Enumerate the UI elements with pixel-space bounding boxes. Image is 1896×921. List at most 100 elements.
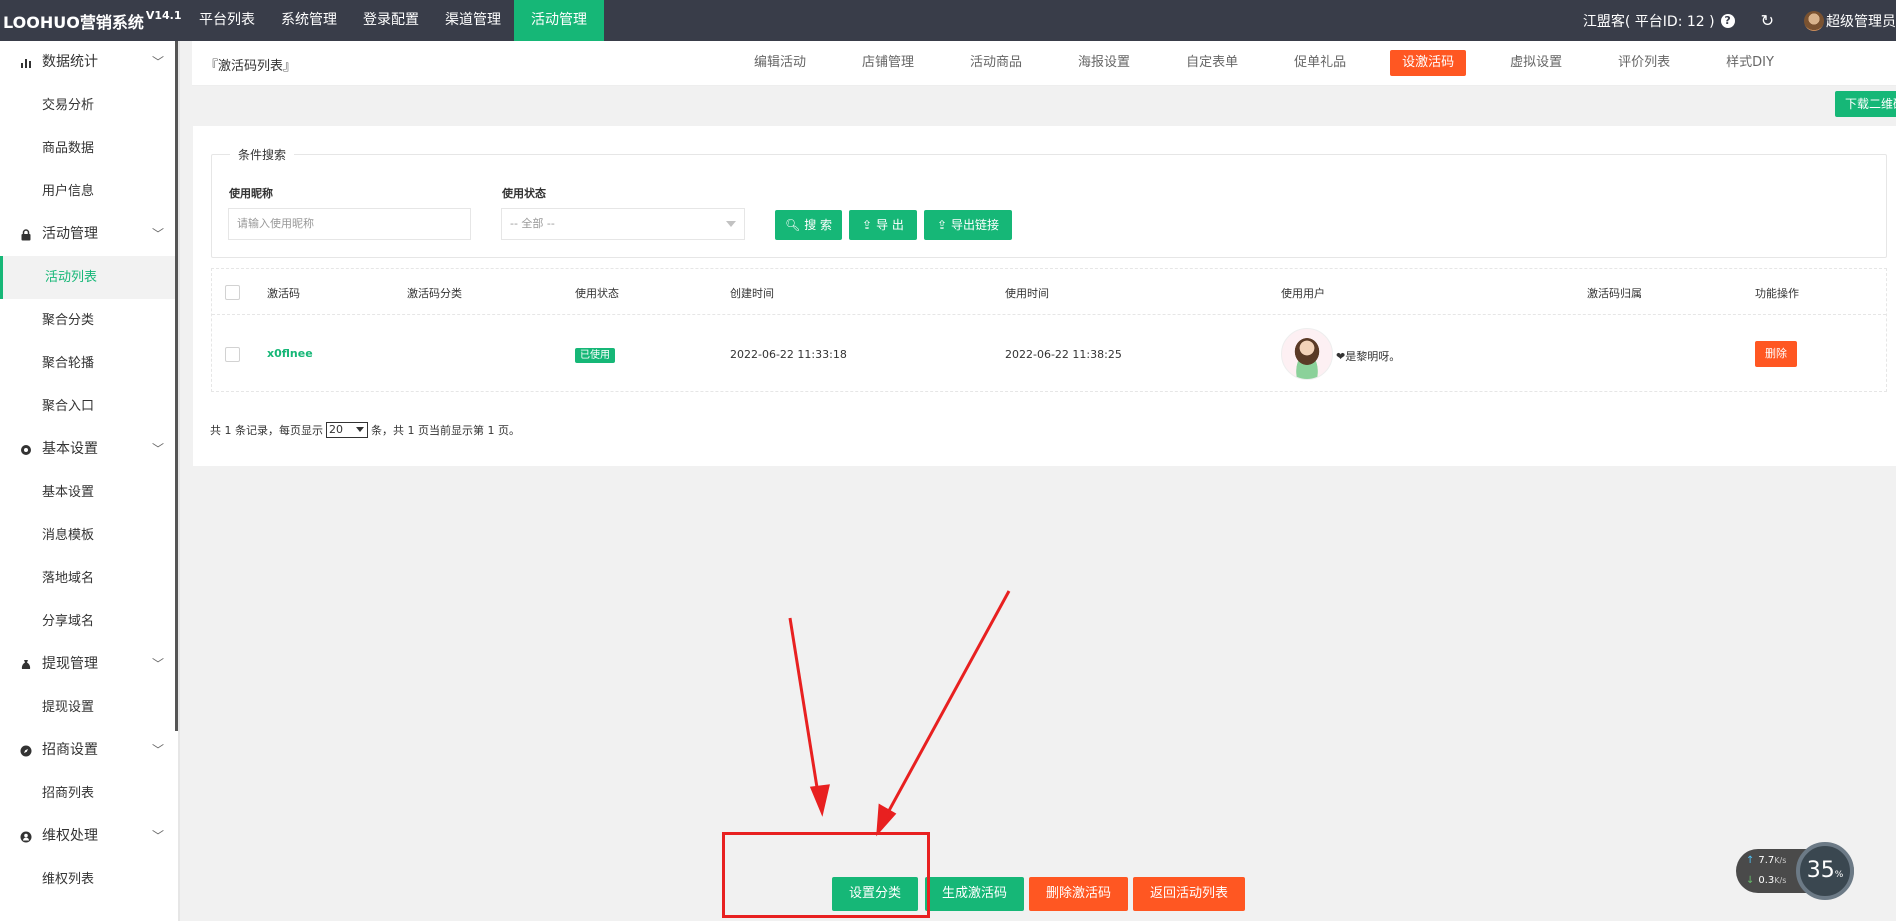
sidebar-item-rights-list[interactable]: 维权列表: [0, 858, 178, 901]
main-panel: 条件搜索 使用昵称 请输入使用昵称 使用状态 -- 全部 -- 🔍︎ 搜 索 ⇪ 导…: [193, 126, 1896, 466]
col-used: 使用时间: [1005, 287, 1049, 300]
tab-activation-code[interactable]: 设激活码: [1390, 50, 1467, 76]
status-label: 使用状态: [502, 187, 546, 200]
download-qrcode-button[interactable]: 下载二维码: [1835, 91, 1896, 117]
sidebar-item-message-template[interactable]: 消息模板: [0, 514, 178, 557]
settings-icon: [21, 444, 31, 455]
sidebar-item-aggregate-entry[interactable]: 聚合入口: [0, 385, 178, 428]
sidebar-group-label: 活动管理: [42, 226, 98, 242]
top-right: 江盟客( 平台ID: 12 ) ? ↻ 超级管理员: [1583, 0, 1896, 41]
tab-custom-form[interactable]: 自定表单: [1174, 50, 1250, 76]
tab-virtual-settings[interactable]: 虚拟设置: [1498, 50, 1574, 76]
platform-label: 江盟客( 平台ID: 12 ): [1582, 13, 1715, 30]
sidebar-group-label: 提现管理: [42, 656, 98, 672]
sidebar-item-activity-list[interactable]: 活动列表: [0, 256, 178, 299]
nav-platform-list[interactable]: 平台列表: [186, 0, 268, 41]
export-link-button[interactable]: ⇪ 导出链接: [924, 210, 1012, 240]
arrow-up-icon: ↑: [1746, 855, 1755, 866]
sidebar-item-basic-settings[interactable]: 基本设置: [0, 471, 178, 514]
tab-promo-gift[interactable]: 促单礼品: [1282, 50, 1358, 76]
sidebar-item-goods-data[interactable]: 商品数据: [0, 127, 178, 170]
generate-code-button[interactable]: 生成激活码: [925, 877, 1025, 911]
cpu-unit: %: [1834, 870, 1844, 880]
upload-speed: ↑ 7.7K/s: [1746, 855, 1786, 866]
nav-system-manage[interactable]: 系统管理: [268, 0, 350, 41]
annotation-arrow-right: [883, 590, 1011, 819]
cpu-usage-badge[interactable]: 35%: [1796, 842, 1854, 900]
chevron-down-icon: ﹀: [151, 657, 164, 671]
compass-icon: [20, 745, 32, 756]
status-select[interactable]: -- 全部 --: [501, 208, 745, 240]
sidebar-group-merchant[interactable]: 招商设置 ﹀: [0, 729, 178, 772]
pager-prefix: 共 1 条记录，每页显示: [210, 424, 323, 437]
refresh-icon[interactable]: ↻: [1761, 11, 1774, 30]
chevron-down-icon: ﹀: [151, 227, 164, 241]
back-to-list-button[interactable]: 返回活动列表: [1133, 877, 1246, 911]
export-button-label: 导 出: [876, 218, 904, 232]
row-checkbox[interactable]: [225, 347, 240, 362]
brand-logo: LOOHUO营销系统 V14.1: [3, 9, 181, 33]
nav-channel-manage[interactable]: 渠道管理: [432, 0, 514, 41]
sidebar-item-share-domain[interactable]: 分享域名: [0, 600, 178, 643]
help-icon[interactable]: ?: [1720, 13, 1735, 28]
sidebar-group-stats[interactable]: 数据统计 ﹀: [0, 41, 178, 84]
search-fieldset: 条件搜索 使用昵称 请输入使用昵称 使用状态 -- 全部 -- 🔍︎ 搜 索 ⇪ 导…: [211, 146, 1887, 258]
export-icon: ⇪: [936, 218, 948, 232]
arrow-down-icon: ↓: [1746, 875, 1755, 886]
col-owner: 激活码归属: [1587, 287, 1642, 300]
sidebar-item-landing-domain[interactable]: 落地域名: [0, 557, 178, 600]
export-icon: ⇪: [862, 218, 873, 232]
tab-review-list[interactable]: 评价列表: [1606, 50, 1682, 76]
export-button[interactable]: ⇪ 导 出: [849, 210, 917, 240]
cell-used: 2022-06-22 11:38:25: [1005, 348, 1122, 361]
sidebar-item-aggregate-category[interactable]: 聚合分类: [0, 299, 178, 342]
chevron-down-icon: ﹀: [151, 442, 164, 456]
chevron-down-icon: ﹀: [151, 743, 164, 757]
search-button[interactable]: 🔍︎ 搜 索: [775, 210, 842, 240]
sub-tabs: 编辑活动 店铺管理 活动商品 海报设置 自定表单 促单礼品 设激活码 虚拟设置 …: [742, 50, 1818, 76]
col-user: 使用用户: [1281, 287, 1325, 300]
tab-store-manage[interactable]: 店铺管理: [850, 50, 926, 76]
nav-activity-manage[interactable]: 活动管理: [514, 0, 604, 41]
top-bar: LOOHUO营销系统 V14.1 平台列表 系统管理 登录配置 渠道管理 活动管理…: [0, 0, 1896, 41]
sidebar-item-user-info[interactable]: 用户信息: [0, 170, 178, 213]
upload-unit: K/s: [1774, 856, 1787, 865]
download-value: 0.3: [1758, 875, 1775, 886]
nickname-input[interactable]: 请输入使用昵称: [228, 208, 471, 240]
tab-activity-goods[interactable]: 活动商品: [958, 50, 1034, 76]
sidebar-scrollbar[interactable]: [175, 41, 178, 731]
sidebar-item-trade-analysis[interactable]: 交易分析: [0, 84, 178, 127]
download-speed: ↓ 0.3K/s: [1746, 875, 1786, 886]
sidebar-group-label: 维权处理: [42, 828, 98, 844]
caret-down-icon: [726, 221, 736, 227]
pagination: 共 1 条记录，每页显示 20 条，共 1 页当前显示第 1 页。: [210, 422, 520, 438]
code-table: 激活码 激活码分类 使用状态 创建时间 使用时间 使用用户 激活码归属 功能操作…: [211, 268, 1887, 392]
admin-avatar[interactable]: [1804, 10, 1824, 31]
sidebar-group-activity[interactable]: 活动管理 ﹀: [0, 213, 178, 256]
sidebar-item-merchant-list[interactable]: 招商列表: [0, 772, 178, 815]
status-select-value: -- 全部 --: [510, 217, 555, 230]
tab-style-diy[interactable]: 样式DIY: [1714, 50, 1786, 76]
sidebar-item-withdraw-settings[interactable]: 提现设置: [0, 686, 178, 729]
tab-edit-activity[interactable]: 编辑活动: [742, 50, 818, 76]
tab-poster-settings[interactable]: 海报设置: [1066, 50, 1142, 76]
sidebar-group-withdraw[interactable]: 提现管理 ﹀: [0, 643, 178, 686]
sidebar-group-basic[interactable]: 基本设置 ﹀: [0, 428, 178, 471]
delete-button[interactable]: 删除: [1755, 341, 1797, 367]
sidebar-group-rights[interactable]: 维权处理 ﹀: [0, 815, 178, 858]
sidebar-item-aggregate-carousel[interactable]: 聚合轮播: [0, 342, 178, 385]
nav-login-config[interactable]: 登录配置: [350, 0, 432, 41]
annotation-arrowhead-right: [876, 803, 897, 837]
select-all-checkbox[interactable]: [225, 285, 240, 300]
page-size-select[interactable]: 20: [326, 422, 368, 438]
annotation-arrow-left: [788, 617, 821, 801]
export-link-button-label: 导出链接: [951, 218, 1000, 232]
admin-name[interactable]: 超级管理员: [1826, 11, 1896, 31]
cell-code: x0flnee: [267, 347, 313, 360]
delete-codes-button[interactable]: 删除激活码: [1029, 877, 1129, 911]
cpu-value: 35: [1806, 858, 1835, 883]
cell-created: 2022-06-22 11:33:18: [730, 348, 847, 361]
sidebar-group-label: 招商设置: [42, 742, 98, 758]
search-icon: 🔍︎: [784, 218, 801, 232]
version-label: V14.1: [145, 9, 182, 22]
